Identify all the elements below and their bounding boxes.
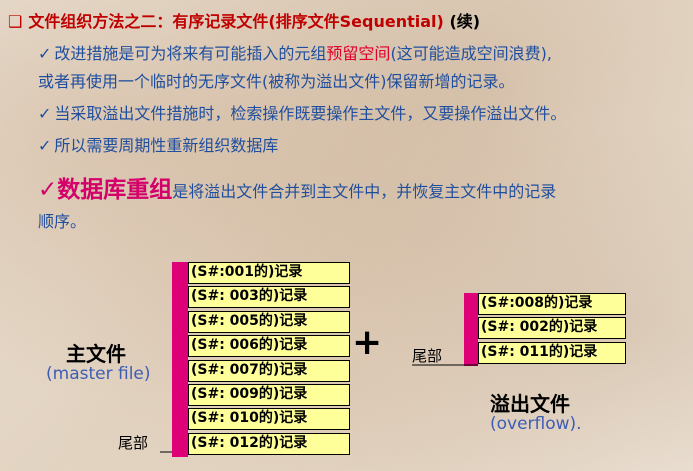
tail-pointer-lines xyxy=(160,364,478,453)
